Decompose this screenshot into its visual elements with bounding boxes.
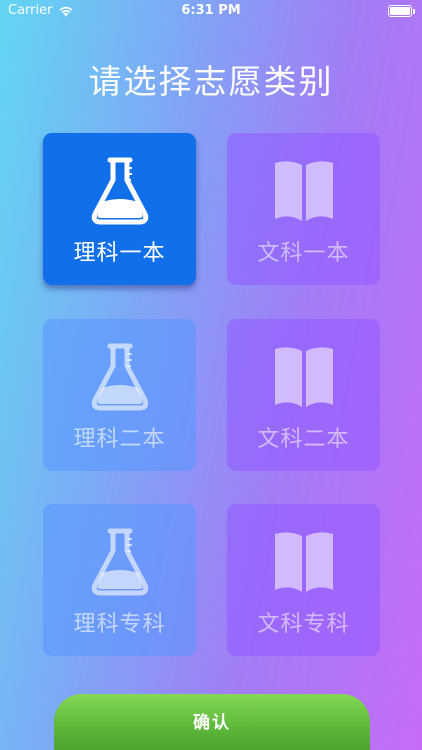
option-arts-vocational[interactable]: 文科专科 [227,504,380,656]
option-science-vocational[interactable]: 理科专科 [43,504,196,656]
option-label: 文科二本 [257,427,350,452]
flask-icon [87,155,153,227]
option-label: 理科二本 [73,427,166,452]
option-label: 文科专科 [257,612,350,637]
flask-icon [87,526,153,598]
page-title: 请选择志愿类别 [88,62,334,101]
flask-icon [87,341,153,413]
status-bar: Carrier 6:31 PM [0,0,422,22]
status-time: 6:31 PM [181,3,241,18]
book-icon [271,155,337,227]
option-label: 理科专科 [73,612,166,637]
book-icon [271,341,337,413]
option-science-tier2[interactable]: 理科二本 [43,319,196,471]
option-label: 理科一本 [73,241,166,266]
option-arts-tier1[interactable]: 文科一本 [227,133,380,285]
option-science-tier1[interactable]: 理科一本 [43,133,196,285]
book-icon [271,526,337,598]
confirm-button[interactable]: 确认 [54,694,370,750]
option-label: 文科一本 [257,241,350,266]
option-arts-tier2[interactable]: 文科二本 [227,319,380,471]
battery-icon [388,5,415,17]
